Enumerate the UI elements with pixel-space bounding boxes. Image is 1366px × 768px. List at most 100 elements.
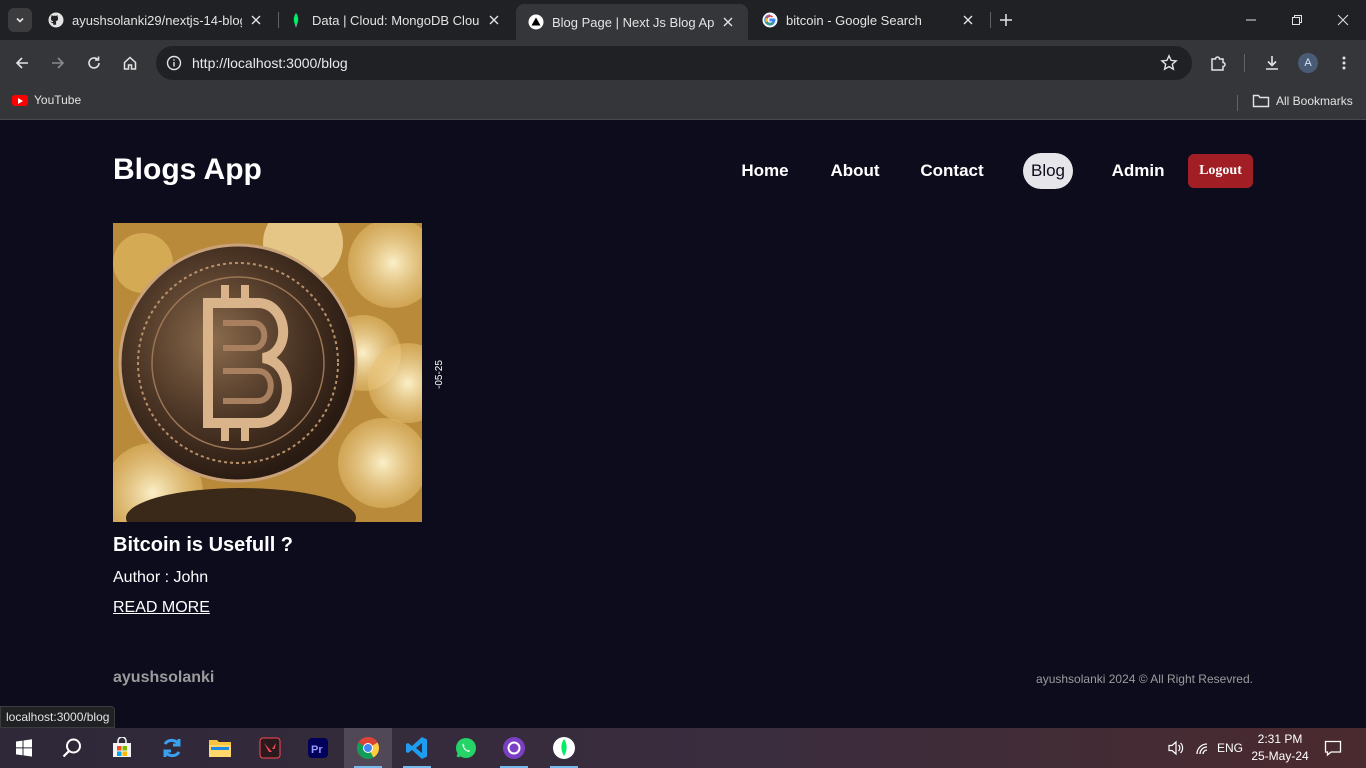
avatar: A xyxy=(1298,53,1318,73)
arrow-left-icon xyxy=(15,57,28,69)
network-button[interactable] xyxy=(1190,728,1214,768)
bookmarks-divider xyxy=(1237,95,1238,111)
taskbar-microsoft-store[interactable] xyxy=(98,728,146,768)
mongodb-leaf-icon xyxy=(288,12,304,28)
nav-link-contact[interactable]: Contact xyxy=(920,153,983,189)
puzzle-icon xyxy=(1211,56,1226,71)
close-icon[interactable] xyxy=(486,12,502,28)
forward-button[interactable] xyxy=(46,51,70,75)
post-title: Bitcoin is Usefull ? xyxy=(113,534,294,556)
tab-title: ayushsolanki29/nextjs-14-blogap xyxy=(72,12,242,28)
browser-toolbar: http://localhost:3000/blog A xyxy=(0,40,1366,86)
clock-time: 2:31 PM xyxy=(1257,732,1303,746)
toolbar-divider xyxy=(1244,54,1245,72)
download-icon xyxy=(1266,56,1278,70)
all-bookmarks-button[interactable]: All Bookmarks xyxy=(1252,93,1353,109)
taskbar-file-explorer[interactable] xyxy=(196,728,244,768)
close-icon[interactable] xyxy=(720,14,736,30)
footer-copyright: ayushsolanki 2024 © All Right Resevred. xyxy=(1036,672,1253,686)
arrow-right-icon xyxy=(52,57,65,69)
start-button[interactable] xyxy=(0,728,48,768)
youtube-icon xyxy=(12,94,28,106)
taskbar-vscode[interactable] xyxy=(393,728,441,768)
taskbar-sync-app[interactable] xyxy=(148,728,196,768)
bitcoin-coin-image[interactable] xyxy=(113,223,422,522)
close-icon[interactable] xyxy=(248,12,264,28)
sync-icon xyxy=(163,738,181,758)
mongodb-compass-icon xyxy=(553,737,575,759)
bookmark-label: YouTube xyxy=(34,93,82,107)
reload-button[interactable] xyxy=(82,51,106,75)
tab-separator xyxy=(990,12,991,28)
post-author: Author : John xyxy=(113,569,209,586)
nav-link-blog[interactable]: Blog xyxy=(1023,153,1073,189)
search-button[interactable] xyxy=(48,728,96,768)
bookmark-star-icon[interactable] xyxy=(1160,54,1178,72)
taskbar-clock[interactable]: 2:31 PM 25-May-24 xyxy=(1246,731,1314,765)
valorant-icon xyxy=(259,737,281,759)
premiere-pro-icon: Pr xyxy=(308,738,328,758)
browser-tab-strip: ayushsolanki29/nextjs-14-blogap Data | C… xyxy=(0,0,1366,40)
close-icon[interactable] xyxy=(960,12,976,28)
new-tab-button[interactable] xyxy=(996,10,1016,30)
clock-date: 25-May-24 xyxy=(1251,749,1309,763)
taskbar-chrome[interactable] xyxy=(344,728,392,768)
address-bar[interactable]: http://localhost:3000/blog xyxy=(156,46,1192,80)
windows-start-icon xyxy=(16,739,32,757)
nav-link-admin[interactable]: Admin xyxy=(1112,153,1165,189)
microsoft-store-icon xyxy=(113,737,131,757)
vscode-icon xyxy=(406,737,427,759)
taskbar-valorant[interactable] xyxy=(246,728,294,768)
taskbar-github-desktop[interactable] xyxy=(490,728,538,768)
extensions-button[interactable] xyxy=(1206,51,1230,75)
blog-page: Blogs App Home About Contact Blog Admin … xyxy=(0,121,1366,728)
tab-title: Blog Page | Next Js Blog App xyxy=(552,14,714,30)
taskbar-whatsapp[interactable] xyxy=(442,728,490,768)
folder-icon xyxy=(1252,94,1270,108)
close-window-button[interactable] xyxy=(1320,0,1366,40)
minimize-icon xyxy=(1246,19,1256,21)
restore-icon xyxy=(1292,15,1302,25)
volume-button[interactable] xyxy=(1164,728,1188,768)
read-more-link[interactable]: READ MORE xyxy=(113,599,210,617)
github-icon xyxy=(48,12,64,28)
site-info-icon[interactable] xyxy=(166,55,182,71)
tab-title: bitcoin - Google Search xyxy=(786,12,922,28)
site-logo[interactable]: Blogs App xyxy=(113,153,262,187)
menu-button[interactable] xyxy=(1332,51,1356,75)
downloads-button[interactable] xyxy=(1260,51,1284,75)
logout-button[interactable]: Logout xyxy=(1188,154,1253,188)
windows-taskbar: Pr ENG 2:31 PM 25-May-24 xyxy=(0,728,1366,768)
profile-button[interactable]: A xyxy=(1296,51,1320,75)
google-icon xyxy=(762,12,778,28)
tab-blog-page[interactable]: Blog Page | Next Js Blog App xyxy=(516,4,748,40)
svg-text:Pr: Pr xyxy=(311,744,323,756)
post-date: -05-25 xyxy=(434,360,445,389)
github-desktop-icon xyxy=(503,737,525,759)
nav-link-about[interactable]: About xyxy=(830,153,879,189)
bookmark-youtube[interactable]: YouTube xyxy=(12,93,81,107)
file-explorer-icon xyxy=(209,740,231,757)
tab-github[interactable]: ayushsolanki29/nextjs-14-blogap xyxy=(36,0,276,40)
url-text: http://localhost:3000/blog xyxy=(192,55,348,71)
speaker-icon xyxy=(1168,740,1184,756)
home-button[interactable] xyxy=(118,51,142,75)
main-nav: Home About Contact Blog Admin Logout xyxy=(741,153,1253,189)
notifications-button[interactable] xyxy=(1318,728,1348,768)
taskbar-premiere-pro[interactable]: Pr xyxy=(294,728,342,768)
tab-google-search[interactable]: bitcoin - Google Search xyxy=(750,0,988,40)
tab-search-button[interactable] xyxy=(8,8,32,32)
restore-button[interactable] xyxy=(1274,0,1320,40)
blog-post-card: -05-25 Bitcoin is Usefull ? Author : Joh… xyxy=(113,223,445,616)
chrome-icon xyxy=(357,737,379,759)
plus-icon xyxy=(1000,14,1012,26)
back-button[interactable] xyxy=(10,51,34,75)
nav-link-home[interactable]: Home xyxy=(741,153,788,189)
notification-icon xyxy=(1324,740,1342,757)
tab-mongodb[interactable]: Data | Cloud: MongoDB Cloud xyxy=(276,0,514,40)
link-status-bar: localhost:3000/blog xyxy=(0,706,116,728)
language-indicator[interactable]: ENG xyxy=(1214,728,1246,768)
search-icon xyxy=(62,738,81,758)
minimize-button[interactable] xyxy=(1228,0,1274,40)
taskbar-mongodb-compass[interactable] xyxy=(540,728,588,768)
